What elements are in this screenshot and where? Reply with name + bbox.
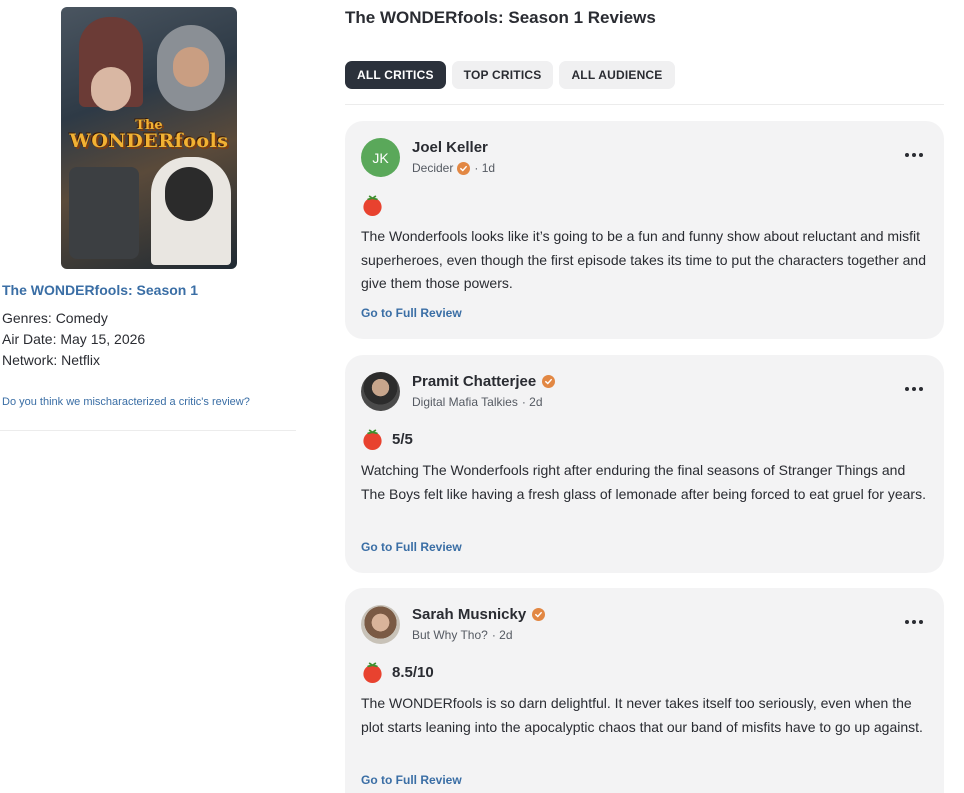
rating-row — [361, 194, 392, 217]
critic-name-text[interactable]: Sarah Musnicky — [412, 606, 526, 623]
critic-meta: But Why Tho? · 2d — [412, 628, 513, 642]
filter-tabs: ALL CRITICS TOP CRITICS ALL AUDIENCE — [345, 61, 675, 89]
verified-icon — [542, 375, 556, 388]
publication-name[interactable]: Decider — [412, 161, 453, 175]
publication-name[interactable]: Digital Mafia Talkies — [412, 395, 518, 409]
publication-name[interactable]: But Why Tho? — [412, 628, 488, 642]
network-text: Network: Netflix — [2, 352, 101, 368]
full-review-link[interactable]: Go to Full Review — [361, 540, 462, 554]
review-quote: The Wonderfools looks like it’s going to… — [361, 228, 927, 291]
air-date-text: Air Date: May 15, 2026 — [2, 331, 146, 347]
rating-row: 8.5/10 — [361, 661, 434, 684]
page-title: The WONDERfools: Season 1 Reviews — [345, 8, 656, 27]
critic-name-text[interactable]: Joel Keller — [412, 139, 488, 156]
verified-icon — [532, 608, 546, 621]
critic-name[interactable]: Pramit Chatterjee — [412, 373, 556, 390]
review-age: · 1d — [474, 161, 496, 175]
verified-icon — [457, 161, 471, 175]
tomato-icon — [363, 662, 382, 684]
review-card: JK Joel Keller Decider · 1d The Wonderfo… — [345, 121, 944, 339]
review-quote: The WONDERfools is so darn delightful. I… — [361, 695, 923, 735]
critic-name-text[interactable]: Pramit Chatterjee — [412, 373, 536, 390]
avatar[interactable] — [361, 605, 400, 644]
review-age: · 2d — [521, 395, 543, 409]
tab-all-critics[interactable]: ALL CRITICS — [345, 61, 446, 89]
feedback-link[interactable]: Do you think we mischaracterized a criti… — [2, 396, 250, 408]
rating-row: 5/5 — [361, 428, 413, 451]
full-review-link[interactable]: Go to Full Review — [361, 773, 462, 787]
critic-name[interactable]: Joel Keller — [412, 139, 488, 156]
left-divider — [0, 430, 296, 431]
review-quote: Watching The Wonderfools right after end… — [361, 462, 926, 502]
critic-name[interactable]: Sarah Musnicky — [412, 606, 546, 623]
filters-divider — [345, 104, 944, 105]
tomato-icon — [363, 429, 382, 451]
avatar[interactable]: JK — [361, 138, 400, 177]
show-poster[interactable]: The WONDERfools — [61, 7, 237, 269]
tomato-icon — [363, 195, 382, 217]
avatar[interactable] — [361, 372, 400, 411]
genres-text: Genres: Comedy — [2, 310, 108, 326]
review-card: Sarah Musnicky But Why Tho? · 2d 8.5/10 … — [345, 588, 944, 793]
tab-all-audience[interactable]: ALL AUDIENCE — [559, 61, 675, 89]
more-options-button[interactable] — [904, 616, 924, 628]
more-options-button[interactable] — [904, 149, 924, 161]
critic-meta: Digital Mafia Talkies · 2d — [412, 395, 543, 409]
poster-title: The WONDERfools — [69, 118, 229, 152]
tab-top-critics[interactable]: TOP CRITICS — [451, 61, 554, 89]
review-card: Pramit Chatterjee Digital Mafia Talkies … — [345, 355, 944, 573]
show-title-link[interactable]: The WONDERfools: Season 1 — [2, 282, 198, 298]
critic-meta: Decider · 1d — [412, 161, 495, 175]
review-score: 8.5/10 — [392, 664, 434, 681]
more-options-button[interactable] — [904, 383, 924, 395]
full-review-link[interactable]: Go to Full Review — [361, 306, 462, 320]
review-age: · 2d — [491, 628, 513, 642]
review-score: 5/5 — [392, 431, 413, 448]
